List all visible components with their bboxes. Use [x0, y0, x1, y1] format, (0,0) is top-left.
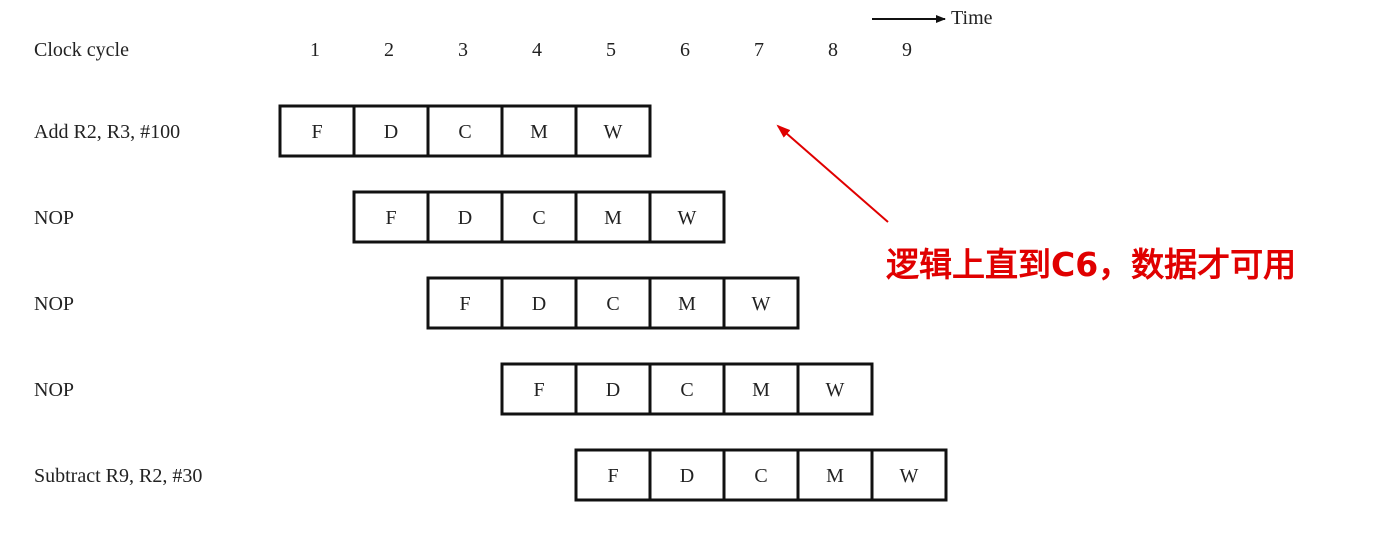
instruction-label: Add R2, R3, #100 — [34, 121, 180, 143]
time-label: Time — [951, 7, 993, 29]
instruction-row: NOP F D C M W — [34, 362, 874, 416]
instruction-row: Add R2, R3, #100 F D C M W — [34, 104, 652, 158]
cycle-number: 8 — [828, 39, 838, 61]
stage-w: W — [752, 293, 771, 315]
annotation-text: 逻辑上直到C6，数据才可用 — [886, 245, 1296, 284]
stage-c: C — [458, 121, 471, 143]
cycle-numbers: 1 2 3 4 5 6 7 8 9 — [310, 39, 912, 61]
instruction-row: NOP F D C M W — [34, 276, 800, 330]
stage-c: C — [532, 207, 545, 229]
pipeline-diagram: Clock cycle Time 1 2 3 4 5 6 7 8 9 Add R2, R3, #… — [34, 7, 1296, 502]
stage-d: D — [680, 465, 694, 487]
stage-f: F — [533, 379, 544, 401]
instruction-label: NOP — [34, 379, 74, 401]
stage-w: W — [826, 379, 845, 401]
stage-f: F — [385, 207, 396, 229]
stage-w: W — [604, 121, 623, 143]
annotation-arrow — [776, 124, 889, 223]
stage-w: W — [900, 465, 919, 487]
stage-c: C — [606, 293, 619, 315]
instruction-row: NOP F D C M W — [34, 190, 726, 244]
instruction-rows: Add R2, R3, #100 F D C M WNOP F D C M WNOP F D C M WNOP… — [34, 104, 948, 502]
stage-d: D — [384, 121, 398, 143]
stage-f: F — [607, 465, 618, 487]
cycle-number: 1 — [310, 39, 320, 61]
stage-f: F — [459, 293, 470, 315]
instruction-label: NOP — [34, 207, 74, 229]
clock-cycle-label: Clock cycle — [34, 39, 129, 61]
cycle-number: 9 — [902, 39, 912, 61]
cycle-number: 2 — [384, 39, 394, 61]
stage-w: W — [678, 207, 697, 229]
stage-m: M — [678, 293, 696, 315]
stage-m: M — [604, 207, 622, 229]
cycle-number: 6 — [680, 39, 690, 61]
instruction-label: NOP — [34, 293, 74, 315]
instruction-label: Subtract R9, R2, #30 — [34, 465, 202, 487]
cycle-number: 3 — [458, 39, 468, 61]
instruction-row: Subtract R9, R2, #30 F D C M W — [34, 448, 948, 502]
stage-d: D — [606, 379, 620, 401]
stage-f: F — [311, 121, 322, 143]
stage-c: C — [680, 379, 693, 401]
stage-m: M — [752, 379, 770, 401]
stage-c: C — [754, 465, 767, 487]
cycle-number: 4 — [532, 39, 542, 61]
cycle-number: 5 — [606, 39, 616, 61]
stage-m: M — [826, 465, 844, 487]
cycle-number: 7 — [754, 39, 764, 61]
stage-d: D — [458, 207, 472, 229]
stage-d: D — [532, 293, 546, 315]
stage-m: M — [530, 121, 548, 143]
